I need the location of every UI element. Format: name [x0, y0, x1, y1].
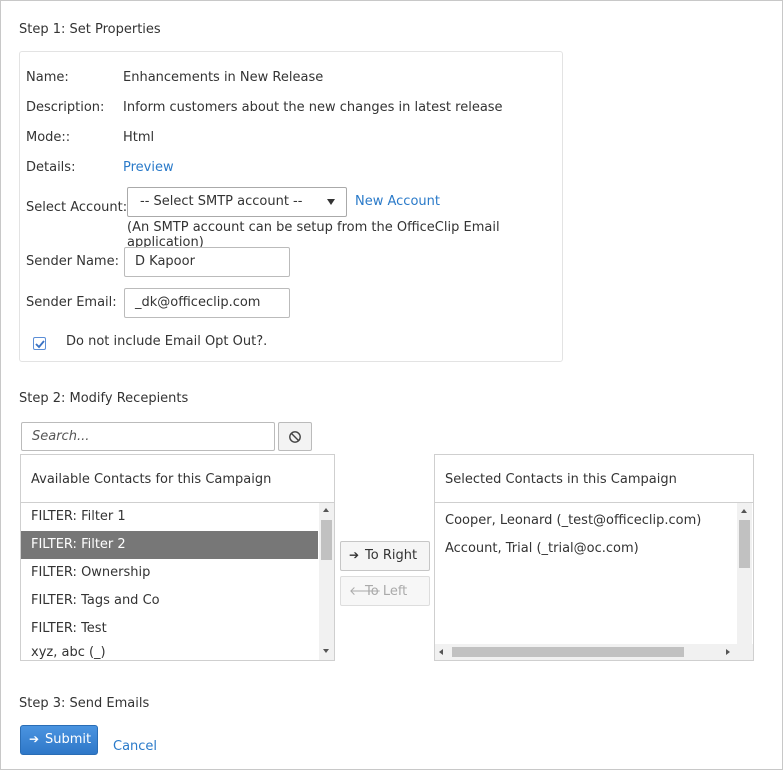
available-contacts-header: Available Contacts for this Campaign — [21, 455, 334, 503]
scroll-right-icon[interactable] — [726, 649, 730, 655]
selected-contacts-header: Selected Contacts in this Campaign — [435, 455, 753, 503]
scrollbar-thumb[interactable] — [739, 520, 750, 568]
name-value: Enhancements in New Release — [123, 70, 324, 85]
new-account-link[interactable]: New Account — [355, 194, 440, 209]
arrow-right-icon: ➔ — [29, 732, 40, 746]
to-right-label: To Right — [365, 548, 418, 563]
list-item[interactable]: Account, Trial (_trial@oc.com) — [435, 535, 735, 563]
to-right-button[interactable]: ➔ To Right — [340, 541, 430, 571]
list-item[interactable]: FILTER: Ownership — [21, 559, 318, 587]
selected-vertical-scrollbar[interactable] — [737, 503, 752, 644]
list-item[interactable]: FILTER: Filter 1 — [21, 503, 318, 531]
selected-horizontal-scrollbar[interactable] — [435, 644, 753, 660]
optout-label: Do not include Email Opt Out?. — [66, 334, 268, 349]
search-input[interactable]: Search... — [21, 422, 275, 451]
sender-name-input[interactable]: D Kapoor — [124, 247, 290, 277]
clear-search-button[interactable] — [278, 422, 312, 451]
ban-icon — [289, 431, 301, 443]
scrollbar-thumb[interactable] — [452, 647, 684, 657]
optout-checkbox[interactable] — [33, 337, 46, 350]
submit-label: Submit — [45, 732, 92, 747]
details-label: Details: — [26, 160, 76, 175]
wizard-frame: Step 1: Set Properties Name: Enhancement… — [0, 0, 783, 770]
step1-title: Step 1: Set Properties — [19, 22, 161, 37]
scroll-up-icon[interactable] — [323, 508, 329, 512]
mode-label: Mode:: — [26, 130, 71, 145]
smtp-account-select[interactable]: -- Select SMTP account -- — [127, 187, 347, 217]
sender-email-input[interactable]: _dk@officeclip.com — [124, 288, 290, 318]
mode-value: Html — [123, 130, 155, 145]
scroll-down-icon[interactable] — [323, 649, 329, 653]
scroll-left-icon[interactable] — [439, 649, 443, 655]
submit-button[interactable]: ➔ Submit — [20, 725, 98, 755]
account-note: (An SMTP account can be setup from the O… — [127, 220, 500, 250]
list-item[interactable]: Cooper, Leonard (_test@officeclip.com) — [435, 507, 735, 535]
description-label: Description: — [26, 100, 105, 115]
list-item[interactable]: xyz, abc (_) — [21, 639, 318, 660]
available-scrollbar[interactable] — [319, 503, 334, 660]
step2-title: Step 2: Modify Recepients — [19, 391, 189, 406]
checkmark-icon — [35, 340, 45, 349]
sender-name-label: Sender Name: — [26, 254, 119, 269]
available-contacts-panel: Available Contacts for this Campaign FIL… — [20, 454, 335, 661]
description-value: Inform customers about the new changes i… — [123, 100, 503, 115]
preview-link[interactable]: Preview — [123, 160, 174, 175]
arrow-left-icon: 🡐 — [349, 584, 382, 598]
list-item-selected[interactable]: FILTER: Filter 2 — [21, 531, 318, 559]
list-item[interactable]: FILTER: Tags and Co — [21, 587, 318, 615]
smtp-account-selected-value: -- Select SMTP account -- — [140, 194, 303, 209]
select-account-label: Select Account: — [26, 200, 128, 215]
arrow-right-icon: ➔ — [349, 548, 360, 562]
scrollbar-thumb[interactable] — [321, 520, 332, 560]
cancel-link[interactable]: Cancel — [113, 739, 157, 754]
chevron-down-icon — [327, 199, 335, 205]
sender-email-label: Sender Email: — [26, 295, 117, 310]
step3-title: Step 3: Send Emails — [19, 696, 150, 711]
name-label: Name: — [26, 70, 69, 85]
properties-panel: Name: Enhancements in New Release Descri… — [19, 51, 563, 362]
scroll-up-icon[interactable] — [741, 509, 747, 513]
to-left-label: To Left — [365, 584, 408, 599]
selected-contacts-list[interactable]: Cooper, Leonard (_test@officeclip.com) A… — [435, 503, 737, 643]
selected-contacts-panel: Selected Contacts in this Campaign Coope… — [434, 454, 754, 661]
to-left-button[interactable]: 🡐To Left — [340, 576, 430, 606]
available-contacts-list[interactable]: FILTER: Filter 1 FILTER: Filter 2 FILTER… — [21, 503, 334, 660]
